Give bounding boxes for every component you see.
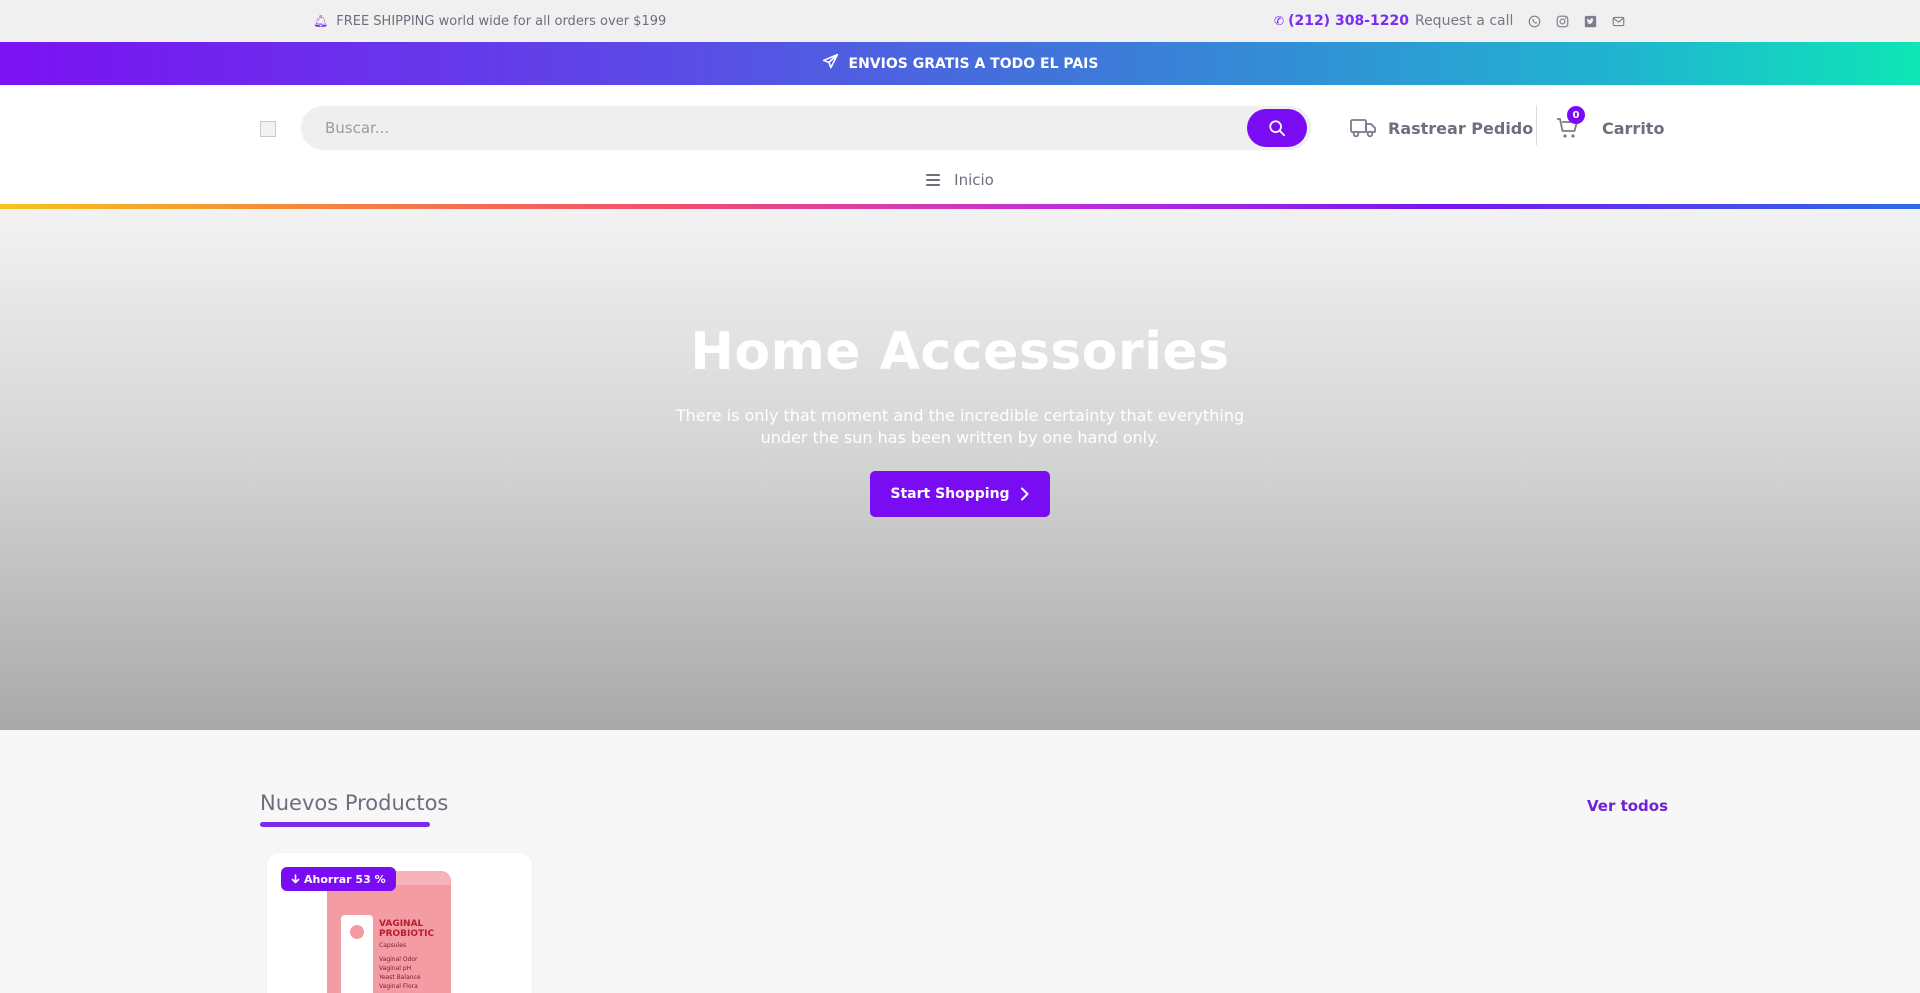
contact-bar: ✆ (212) 308-1220 Request a call <box>1274 0 1625 42</box>
phone-link[interactable]: (212) 308-1220 <box>1288 13 1409 29</box>
mail-icon[interactable] <box>1611 14 1625 28</box>
site-logo[interactable] <box>260 121 276 137</box>
benefit-line: Vaginal Odor <box>379 956 418 963</box>
promo-banner: ENVIOS GRATIS A TODO EL PAIS <box>0 42 1920 85</box>
header-divider <box>1536 105 1537 145</box>
product-label-sub: Capsules <box>379 942 407 949</box>
phone-icon: ✆ <box>1274 14 1285 28</box>
start-shopping-label: Start Shopping <box>890 486 1010 502</box>
instagram-icon[interactable] <box>1555 14 1569 28</box>
product-label: VAGINAL PROBIOTIC Capsules <box>379 919 449 951</box>
discount-text: Ahorrar 53 % <box>304 872 386 886</box>
search-input[interactable] <box>325 106 1225 150</box>
see-all-link[interactable]: Ver todos <box>1587 797 1668 815</box>
arrow-down-icon <box>291 874 300 884</box>
whatsapp-icon[interactable] <box>1527 14 1541 28</box>
twitter-icon[interactable] <box>1583 14 1597 28</box>
hero-banner: Home Accessories There is only that mome… <box>0 209 1920 730</box>
shipping-text: FREE SHIPPING world wide for all orders … <box>336 13 667 29</box>
cart-count-badge: 0 <box>1567 106 1585 124</box>
search-icon <box>1269 120 1286 137</box>
benefit-line: Yeast Balance <box>379 974 421 981</box>
benefit-line: Vaginal pH <box>379 965 412 972</box>
shipping-notice: 🔔︎ FREE SHIPPING world wide for all orde… <box>313 0 666 42</box>
main-nav: Inicio <box>0 165 1920 195</box>
hero-title: Home Accessories <box>690 322 1230 382</box>
section-title: Nuevos Productos <box>260 791 449 815</box>
top-bar: 🔔︎ FREE SHIPPING world wide for all orde… <box>0 0 1920 42</box>
cart-label: Carrito <box>1602 118 1665 138</box>
product-card[interactable]: Ahorrar 53 % VAGINAL PROBIOTIC Capsules … <box>267 853 532 993</box>
track-order-label: Rastrear Pedido <box>1388 118 1534 138</box>
benefit-line: Vaginal Flora <box>379 983 418 990</box>
search-bar <box>301 106 1311 150</box>
site-header: Rastrear Pedido 0 Carrito Inicio <box>0 85 1920 204</box>
cart-icon-wrap: 0 <box>1556 106 1585 140</box>
menu-icon[interactable] <box>926 174 941 186</box>
discount-badge: Ahorrar 53 % <box>281 867 396 891</box>
truck-icon <box>1350 119 1376 138</box>
bell-icon: 🔔︎ <box>313 14 329 28</box>
track-order-link[interactable]: Rastrear Pedido <box>1350 110 1533 146</box>
product-benefits: Vaginal Odor Vaginal pH Yeast Balance Va… <box>379 955 449 991</box>
cart-link[interactable]: 0 Carrito <box>1556 106 1665 146</box>
hero-subtitle: There is only that moment and the incred… <box>675 406 1245 447</box>
start-shopping-button[interactable]: Start Shopping <box>870 471 1050 517</box>
nav-item-inicio[interactable]: Inicio <box>954 171 994 189</box>
section-underline <box>260 822 430 827</box>
product-logo-circle <box>346 921 368 943</box>
search-button[interactable] <box>1247 109 1307 147</box>
paper-plane-icon <box>822 53 839 74</box>
social-links <box>1527 14 1625 28</box>
request-call-link[interactable]: Request a call <box>1415 13 1513 29</box>
product-label-title: VAGINAL PROBIOTIC <box>379 919 435 939</box>
promo-text: ENVIOS GRATIS A TODO EL PAIS <box>848 55 1099 72</box>
chevron-right-icon <box>1020 487 1029 501</box>
